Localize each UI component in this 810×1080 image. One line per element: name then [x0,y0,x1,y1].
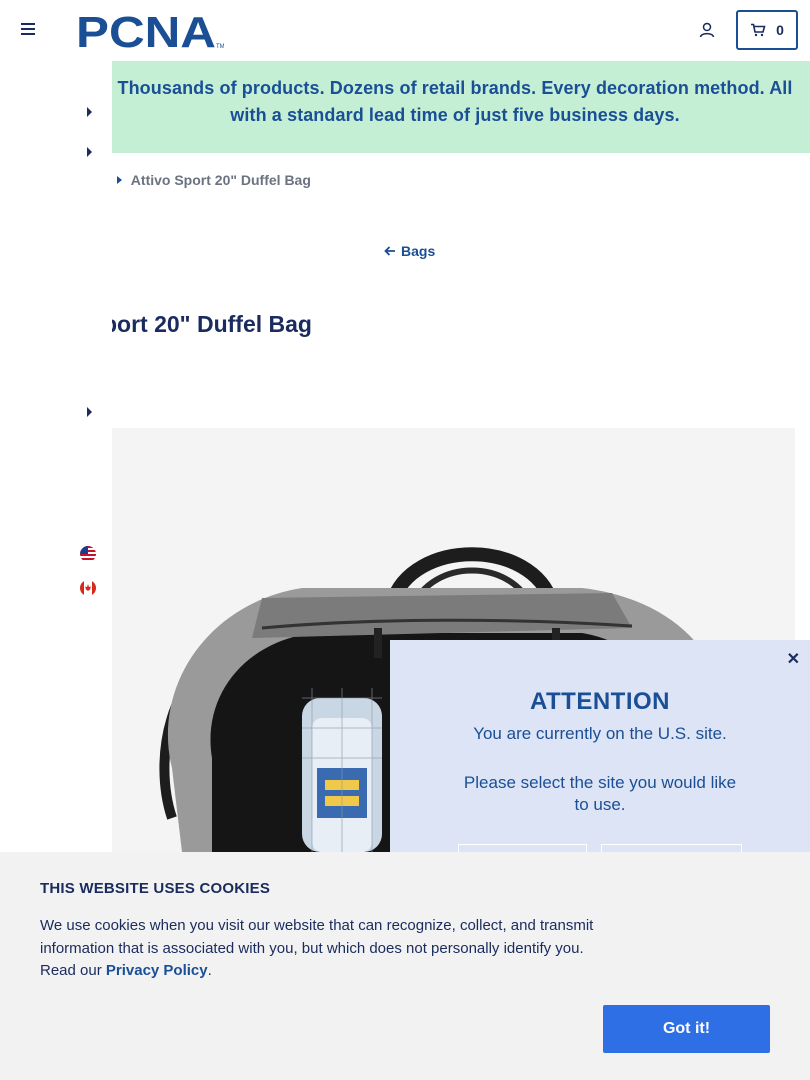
pcna-logo[interactable]: PCNA TM [76,10,224,50]
back-to-category-link[interactable]: Bags [383,243,435,259]
breadcrumb: s Attivo Sport 20" Duffel Bag [100,171,311,189]
side-menu-panel [0,61,112,852]
cart-count: 0 [776,22,784,38]
breadcrumb-current: Attivo Sport 20" Duffel Bag [130,172,311,188]
promo-banner: Thousands of products. Dozens of retail … [0,61,810,153]
promo-text: Thousands of products. Dozens of retail … [117,78,793,125]
attention-prompt: Please select the site you would like to… [463,773,737,814]
back-link-label: Bags [401,243,436,259]
attention-title: ATTENTION [529,688,671,715]
svg-text:TM: TM [216,44,224,50]
canada-flag-icon[interactable] [80,580,96,596]
hamburger-menu-icon[interactable] [21,23,35,35]
attention-message: You are currently on the U.S. site. [473,724,727,743]
menu-expand-arrow-icon[interactable] [87,107,92,117]
menu-expand-arrow-icon[interactable] [87,407,92,417]
cart-button[interactable]: 0 [736,10,798,50]
product-title-text: port 20" Duffel Bag [103,311,312,337]
got-it-button[interactable]: Got it! [603,1005,770,1053]
site-header: PCNA TM 0 [0,0,810,61]
cookie-banner: THIS WEBSITE USES COOKIES We use cookies… [0,852,810,1080]
privacy-policy-link[interactable]: Privacy Policy [106,962,208,979]
cookie-title: THIS WEBSITE USES COOKIES [40,880,271,897]
close-icon[interactable]: ✕ [787,649,800,669]
us-flag-icon[interactable] [80,546,96,562]
menu-expand-arrow-icon[interactable] [87,147,92,157]
cookie-body: We use cookies when you visit our websit… [40,915,605,983]
cookie-text-end: . [207,962,212,979]
breadcrumb-separator-icon [116,176,122,184]
user-icon[interactable] [697,20,717,40]
site-selection-modal: ✕ ATTENTION You are currently on the U.S… [390,640,810,874]
cart-icon [751,23,766,37]
arrow-left-icon [384,246,395,256]
svg-text:PCNA: PCNA [76,10,216,50]
